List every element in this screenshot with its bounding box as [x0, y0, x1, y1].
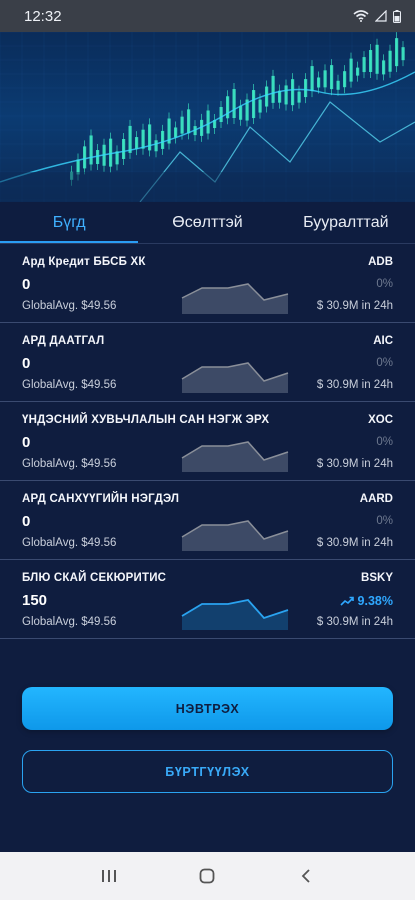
stock-name: АРД ДААТГАЛ: [22, 335, 105, 347]
stock-price: 0: [22, 355, 31, 372]
stock-price: 0: [22, 276, 31, 293]
filter-tabs: Бүгд Өсөлттэй Бууралттай: [0, 202, 415, 244]
stock-volume: $ 30.9M in 24h: [316, 300, 393, 312]
stock-row[interactable]: АРД ДААТГАЛ AIC 0 GlobalAvg. $49.56 0% $…: [0, 323, 415, 402]
signal-icon: [375, 10, 387, 22]
system-nav-bar: [0, 852, 415, 900]
trending-up-icon: [339, 596, 354, 606]
stock-change-value: 9.38%: [357, 594, 393, 608]
stock-ticker: BSKY: [361, 572, 393, 584]
stock-row[interactable]: Ард Кредит ББСБ ХК ADB 0 GlobalAvg. $49.…: [0, 244, 415, 323]
stock-volume: $ 30.9M in 24h: [316, 616, 393, 628]
stock-price: 0: [22, 434, 31, 451]
status-bar: 12:32: [0, 0, 415, 32]
tab-falling-label: Бууралттай: [303, 214, 389, 231]
home-button[interactable]: [187, 856, 227, 896]
stock-volume: $ 30.9M in 24h: [316, 379, 393, 391]
stock-row[interactable]: БЛЮ СКАЙ СЕКЮРИТИС BSKY 150 GlobalAvg. $…: [0, 560, 415, 639]
stock-change-positive: 9.38%: [339, 594, 393, 608]
stock-price: 0: [22, 513, 31, 530]
tab-all-label: Бүгд: [52, 214, 86, 231]
tab-rising[interactable]: Өсөлттэй: [138, 202, 276, 244]
status-time: 12:32: [24, 7, 62, 25]
stock-row[interactable]: ҮНДЭСНИЙ ХУВЬЧЛАЛЫН САН НЭГЖ ЭРХ XOC 0 G…: [0, 402, 415, 481]
stock-global-avg: GlobalAvg. $49.56: [22, 458, 117, 470]
stock-price: 150: [22, 592, 48, 609]
login-button[interactable]: НЭВТРЭХ: [22, 687, 393, 730]
list-fade: [0, 640, 415, 660]
stock-global-avg: GlobalAvg. $49.56: [22, 616, 117, 628]
stock-change: 0%: [376, 436, 393, 448]
stock-ticker: AIC: [373, 335, 393, 347]
stock-ticker: AARD: [359, 493, 393, 505]
back-button[interactable]: [286, 856, 326, 896]
stock-name: ҮНДЭСНИЙ ХУВЬЧЛАЛЫН САН НЭГЖ ЭРХ: [22, 414, 270, 426]
wifi-icon: [353, 10, 369, 22]
register-button[interactable]: БҮРТГҮҮЛЭХ: [22, 750, 393, 793]
stock-global-avg: GlobalAvg. $49.56: [22, 537, 117, 549]
recent-apps-icon: [102, 870, 117, 882]
stock-name: БЛЮ СКАЙ СЕКЮРИТИС: [22, 572, 167, 584]
sparkline-chart: [181, 441, 289, 472]
sparkline-chart: [181, 599, 289, 630]
stock-change: 0%: [376, 515, 393, 527]
stock-list[interactable]: Ард Кредит ББСБ ХК ADB 0 GlobalAvg. $49.…: [0, 244, 415, 656]
stock-volume: $ 30.9M in 24h: [316, 458, 393, 470]
home-icon: [200, 868, 215, 884]
stock-name: Ард Кредит ББСБ ХК: [22, 256, 146, 268]
stock-change: 0%: [376, 357, 393, 369]
stock-ticker: ADB: [368, 256, 393, 268]
stock-global-avg: GlobalAvg. $49.56: [22, 379, 117, 391]
back-icon: [301, 869, 310, 883]
recent-apps-button[interactable]: [89, 856, 129, 896]
hero-chart-image: [0, 32, 415, 202]
stock-volume: $ 30.9M in 24h: [316, 537, 393, 549]
sparkline-chart: [181, 362, 289, 393]
stock-name: АРД САНХҮҮГИЙН НЭГДЭЛ: [22, 493, 180, 505]
battery-icon: [393, 9, 401, 23]
stock-global-avg: GlobalAvg. $49.56: [22, 300, 117, 312]
tab-rising-label: Өсөлттэй: [172, 214, 243, 231]
stock-change: 0%: [376, 278, 393, 290]
tab-all[interactable]: Бүгд: [0, 202, 139, 244]
status-icons: [353, 9, 401, 23]
tab-falling[interactable]: Бууралттай: [277, 202, 415, 244]
sparkline-chart: [181, 520, 289, 551]
stock-ticker: XOC: [368, 414, 393, 426]
sparkline-chart: [181, 283, 289, 314]
stock-row[interactable]: АРД САНХҮҮГИЙН НЭГДЭЛ AARD 0 GlobalAvg. …: [0, 481, 415, 560]
